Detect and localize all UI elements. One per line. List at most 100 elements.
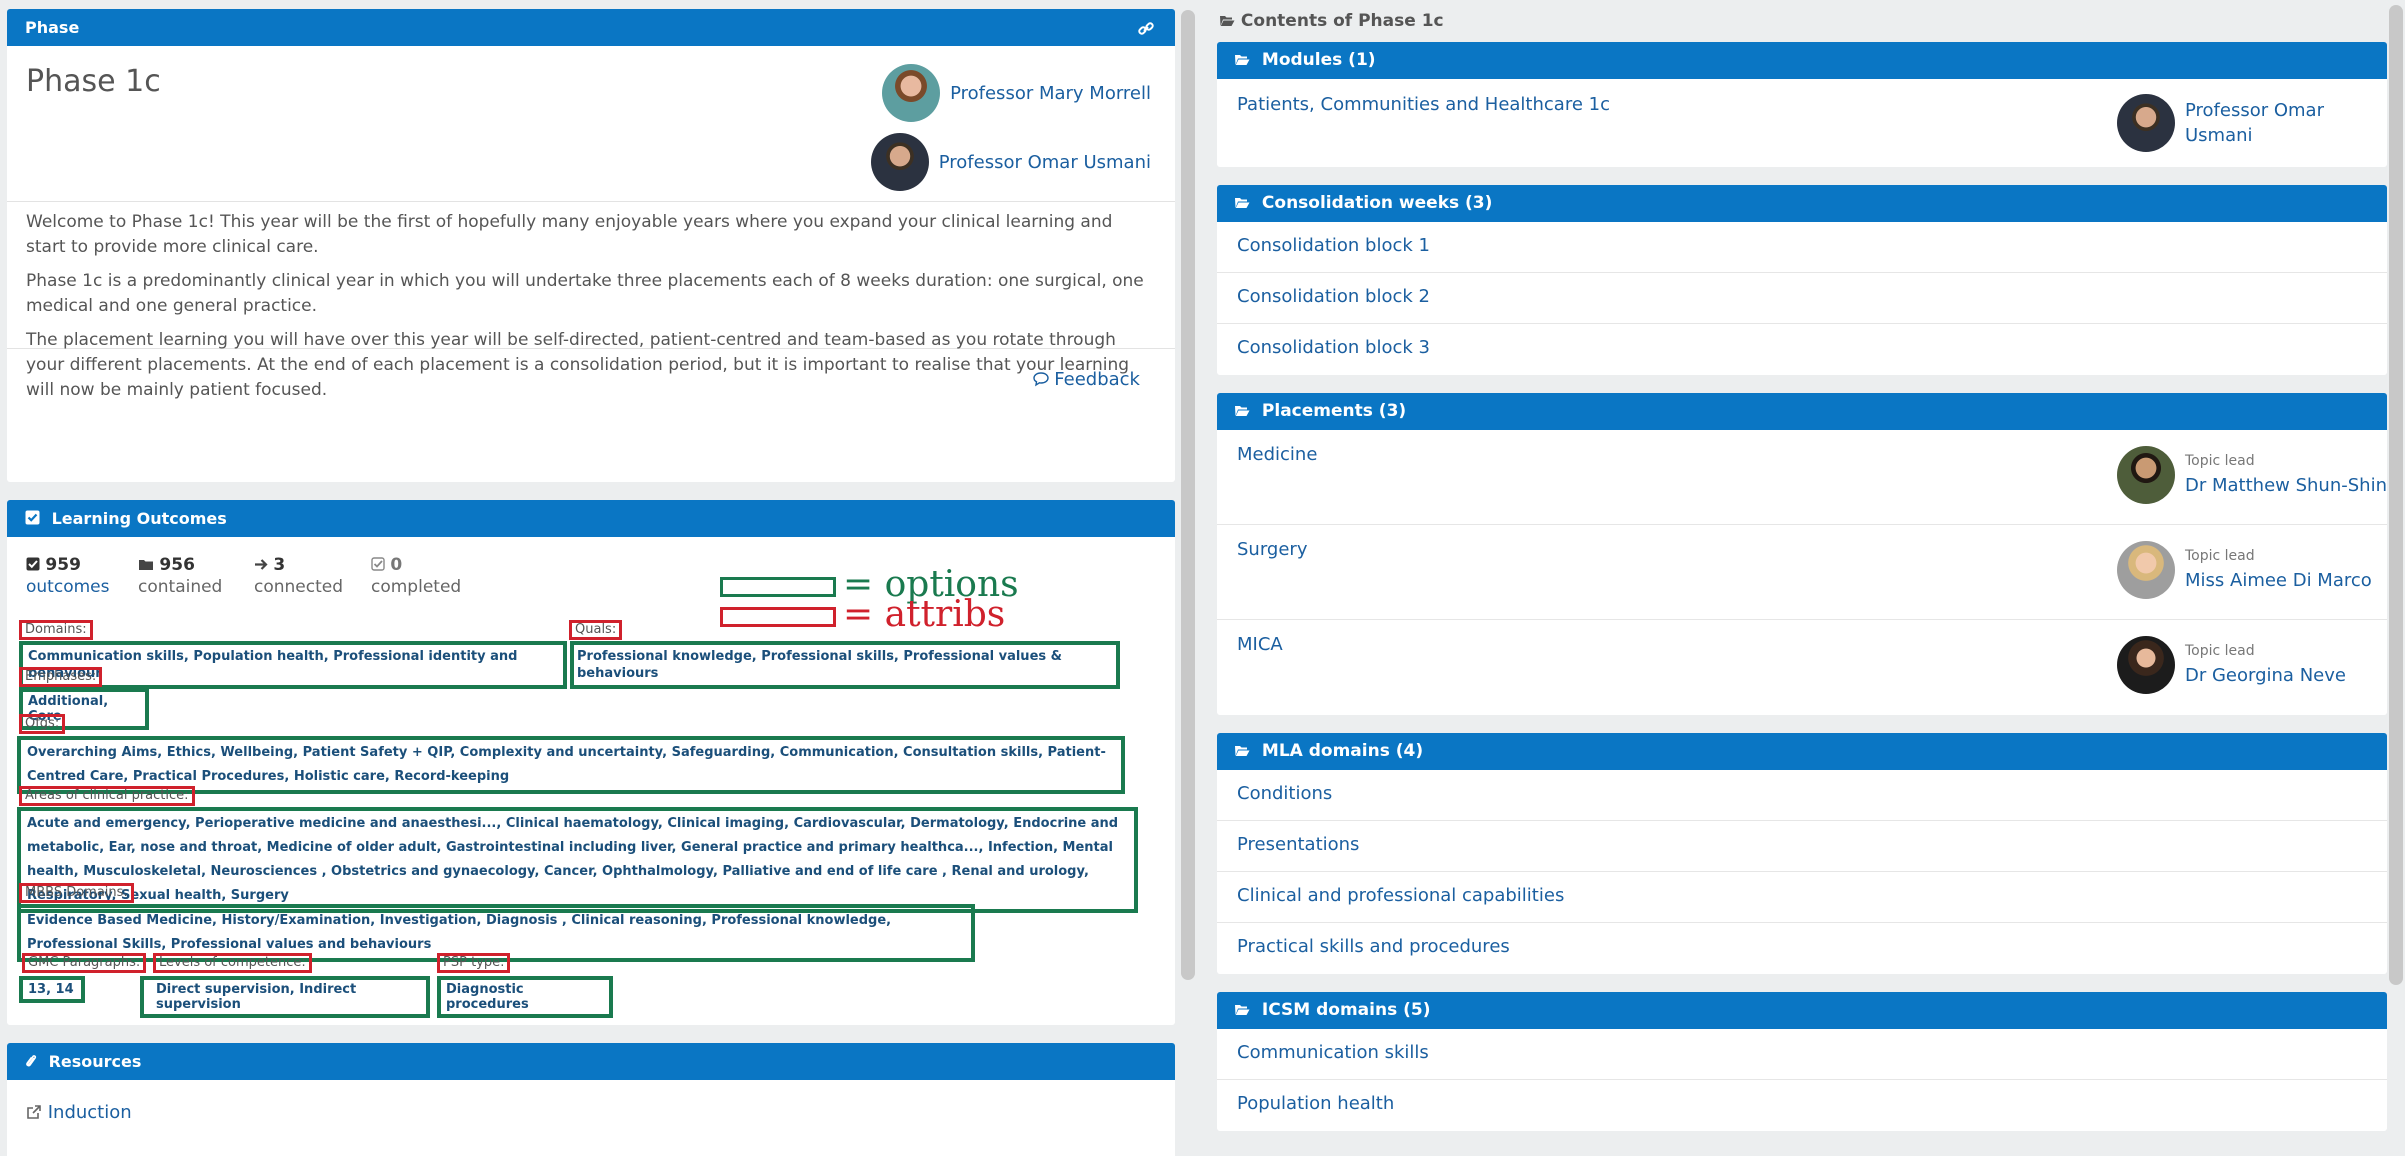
stat-label[interactable]: outcomes xyxy=(26,577,109,597)
placements-title[interactable]: Placements (3) xyxy=(1262,401,1406,421)
mla-domain-link[interactable]: Practical skills and procedures xyxy=(1237,936,1510,957)
phase-panel-header: Phase xyxy=(7,9,1175,46)
folder-open-icon xyxy=(1234,185,1250,222)
left-scrollbar[interactable] xyxy=(1181,10,1195,980)
learning-outcomes-header: Learning Outcomes xyxy=(7,500,1175,537)
lead-name[interactable]: Professor Omar Usmani xyxy=(2185,98,2325,148)
legend-attribs-swatch xyxy=(720,607,836,627)
list-item: Medicine Topic lead Dr Matthew Shun-Shin xyxy=(1217,430,2387,525)
option-quals[interactable]: Professional knowledge, Professional ski… xyxy=(570,641,1120,689)
folder-icon xyxy=(138,555,154,575)
stat-contained: 956 contained xyxy=(138,555,222,597)
mla-domains-title[interactable]: MLA domains (4) xyxy=(1262,741,1423,761)
icsm-domain-link[interactable]: Communication skills xyxy=(1237,1042,1429,1063)
check-square-outline-icon xyxy=(371,555,385,575)
modules-section: Modules (1) Patients, Communities and He… xyxy=(1217,42,2387,167)
consolidation-section: Consolidation weeks (3) Consolidation bl… xyxy=(1217,185,2387,375)
lead-name[interactable]: Professor Omar Usmani xyxy=(939,152,1151,173)
avatar xyxy=(2117,94,2175,152)
mla-domain-link[interactable]: Presentations xyxy=(1237,834,1359,855)
consolidation-header[interactable]: Consolidation weeks (3) xyxy=(1217,185,2387,222)
feedback-label[interactable]: Feedback xyxy=(1054,369,1140,390)
lead-name[interactable]: Dr Matthew Shun-Shin xyxy=(2185,473,2387,498)
resource-label[interactable]: Induction xyxy=(48,1102,132,1123)
lead-name[interactable]: Miss Aimee Di Marco xyxy=(2185,568,2372,593)
icsm-domains-header[interactable]: ICSM domains (5) xyxy=(1217,992,2387,1029)
consolidation-link[interactable]: Consolidation block 2 xyxy=(1237,286,1430,307)
placement-lead[interactable]: Topic lead Dr Matthew Shun-Shin xyxy=(2117,446,2387,504)
list-item: Consolidation block 1 xyxy=(1217,222,2387,273)
option-psp-type[interactable]: Diagnostic procedures xyxy=(437,976,613,1018)
learning-outcomes-title: Learning Outcomes xyxy=(51,509,227,528)
phase-description: Welcome to Phase 1c! This year will be t… xyxy=(7,202,1175,400)
lead-name[interactable]: Professor Mary Morrell xyxy=(950,83,1151,104)
right-column: Contents of Phase 1c Modules (1) Patient… xyxy=(1217,0,2387,1156)
external-link-icon xyxy=(26,1102,48,1123)
avatar xyxy=(2117,446,2175,504)
placement-lead[interactable]: Topic lead Miss Aimee Di Marco xyxy=(2117,541,2372,599)
description-paragraph: Phase 1c is a predominantly clinical yea… xyxy=(26,271,1144,316)
lead-omar-usmani[interactable]: Professor Omar Usmani xyxy=(870,133,1151,191)
resource-induction-link[interactable]: Induction xyxy=(7,1080,1175,1145)
list-item: Presentations xyxy=(1217,821,2387,872)
lead-mary-morrell[interactable]: Professor Mary Morrell xyxy=(882,64,1151,122)
lead-role: Topic lead xyxy=(2185,547,2255,564)
option-levels-competence[interactable]: Direct supervision, Indirect supervision xyxy=(140,976,430,1018)
link-icon[interactable] xyxy=(1137,9,1155,46)
avatar xyxy=(882,64,941,122)
option-gmc-paragraphs[interactable]: 13, 14 xyxy=(19,976,85,1003)
consolidation-link[interactable]: Consolidation block 3 xyxy=(1237,337,1430,358)
modules-header[interactable]: Modules (1) xyxy=(1217,42,2387,79)
list-item: Patients, Communities and Healthcare 1c … xyxy=(1217,79,2387,167)
modules-title[interactable]: Modules (1) xyxy=(1262,50,1376,70)
list-item: Conditions xyxy=(1217,770,2387,821)
lead-role: Topic lead xyxy=(2185,642,2255,659)
legend-attribs-label: = attribs xyxy=(843,594,1006,635)
icsm-domains-title[interactable]: ICSM domains (5) xyxy=(1262,1000,1431,1020)
stat-completed: 0 completed xyxy=(371,555,461,597)
option-areas-clinical-practice[interactable]: Acute and emergency, Perioperative medic… xyxy=(17,807,1138,913)
placement-link[interactable]: Surgery xyxy=(1237,539,1307,560)
attr-emphases: Emphases: xyxy=(19,667,103,687)
folder-open-icon xyxy=(1234,992,1250,1029)
phase-header-label: Phase xyxy=(25,18,80,37)
consolidation-link[interactable]: Consolidation block 1 xyxy=(1237,235,1430,256)
stat-number: 956 xyxy=(159,555,195,575)
contents-title-text: Contents of Phase 1c xyxy=(1240,11,1444,31)
avatar xyxy=(2117,636,2175,694)
mla-domains-header[interactable]: MLA domains (4) xyxy=(1217,733,2387,770)
placement-link[interactable]: Medicine xyxy=(1237,444,1317,465)
stat-outcomes[interactable]: 959 outcomes xyxy=(26,555,109,597)
resources-header: Resources xyxy=(7,1043,1175,1080)
consolidation-title[interactable]: Consolidation weeks (3) xyxy=(1262,193,1492,213)
icsm-domain-link[interactable]: Population health xyxy=(1237,1093,1394,1114)
placements-section: Placements (3) Medicine Topic lead Dr Mat… xyxy=(1217,393,2387,715)
outcome-stats: 959 outcomes 956 contained 3 connected 0… xyxy=(7,537,1175,633)
right-scrollbar[interactable] xyxy=(2389,5,2403,985)
feedback-button[interactable]: Feedback xyxy=(1032,369,1140,390)
placement-lead[interactable]: Topic lead Dr Georgina Neve xyxy=(2117,636,2346,694)
mla-domains-section: MLA domains (4) Conditions Presentations… xyxy=(1217,733,2387,974)
list-item: Consolidation block 2 xyxy=(1217,273,2387,324)
placements-header[interactable]: Placements (3) xyxy=(1217,393,2387,430)
lead-role: Topic lead xyxy=(2185,452,2255,469)
mla-domain-link[interactable]: Conditions xyxy=(1237,783,1332,804)
list-item: MICA Topic lead Dr Georgina Neve xyxy=(1217,620,2387,715)
list-item: Communication skills xyxy=(1217,1029,2387,1080)
description-paragraph: Welcome to Phase 1c! This year will be t… xyxy=(26,212,1113,257)
legend-options-swatch xyxy=(720,577,836,597)
list-item: Surgery Topic lead Miss Aimee Di Marco xyxy=(1217,525,2387,620)
module-link[interactable]: Patients, Communities and Healthcare 1c xyxy=(1237,94,1610,115)
list-item: Consolidation block 3 xyxy=(1217,324,2387,375)
stat-label: completed xyxy=(371,577,462,597)
stat-connected: 3 connected xyxy=(254,555,343,597)
placement-link[interactable]: MICA xyxy=(1237,634,1283,655)
lead-name[interactable]: Dr Georgina Neve xyxy=(2185,663,2346,688)
list-item: Clinical and professional capabilities xyxy=(1217,872,2387,923)
check-square-icon xyxy=(25,500,40,537)
arrow-right-icon xyxy=(254,555,268,575)
module-lead[interactable]: Professor Omar Usmani xyxy=(2117,94,2325,152)
attr-ofgs: Ofgs: xyxy=(19,714,66,734)
stat-number: 0 xyxy=(390,555,403,575)
mla-domain-link[interactable]: Clinical and professional capabilities xyxy=(1237,885,1564,906)
